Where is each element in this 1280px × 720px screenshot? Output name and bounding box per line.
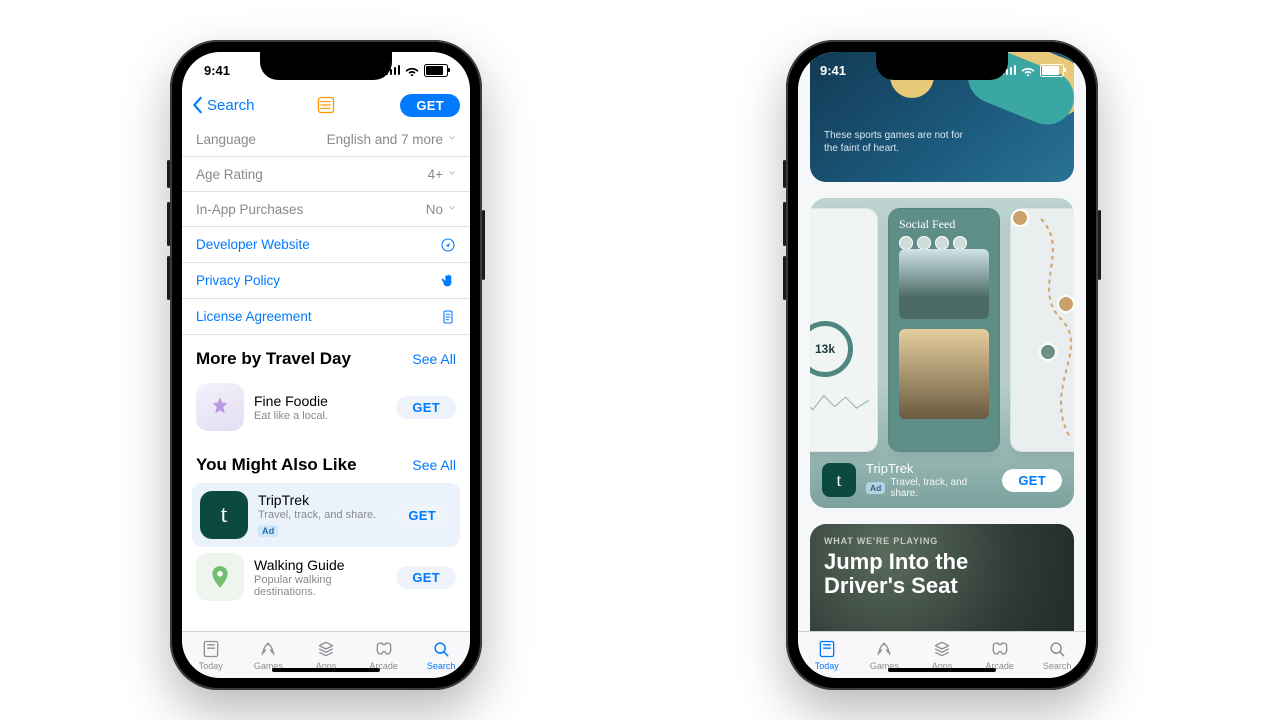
app-card-walking-guide[interactable]: Walking GuidePopular walking destination… [182, 547, 470, 611]
tab-today[interactable]: Today [798, 632, 856, 678]
app-title: TripTrek [258, 492, 382, 508]
fine-foodie-icon [196, 383, 244, 431]
app-subtitle: Eat like a local. [254, 410, 386, 422]
info-row-developer-website[interactable]: Developer Website [182, 227, 470, 263]
tab-search[interactable]: Search [1028, 632, 1086, 678]
screen-left: 9:41 Search GET LanguageEnglish and [182, 52, 470, 678]
story-eyebrow: WHAT WE'RE PLAYING [824, 536, 1060, 546]
story-title: Jump Into theDriver's Seat [824, 550, 1060, 598]
app-card-triptrek[interactable]: t TripTrekTravel, track, and share. Ad GET [192, 483, 460, 547]
status-time: 9:41 [204, 63, 230, 78]
chevron-down-icon [448, 168, 456, 180]
get-button[interactable]: GET [392, 504, 452, 527]
app-subtitle: Popular walking destinations. [254, 574, 386, 598]
tab-label: Today [199, 661, 223, 671]
notch [260, 52, 392, 80]
ad-title: TripTrek [866, 461, 992, 476]
phone-left: 9:41 Search GET LanguageEnglish and [170, 40, 482, 690]
also-like-heading: You Might Also Like [196, 455, 357, 475]
app-subtitle: Travel, track, and share. [258, 509, 382, 521]
tab-label: Search [1043, 661, 1072, 671]
nav-bar: Search GET [182, 88, 470, 122]
ad-subtitle: Travel, track, and share. [890, 477, 992, 499]
get-button[interactable]: GET [400, 94, 460, 117]
stage: 9:41 Search GET LanguageEnglish and [0, 0, 1280, 720]
notch [876, 52, 1008, 80]
chevron-left-icon [192, 96, 204, 114]
phone-right: 9:41 These sports games are not for the … [786, 40, 1098, 690]
walking-guide-icon [196, 553, 244, 601]
home-indicator[interactable] [272, 668, 380, 672]
story-card-driving[interactable]: WHAT WE'RE PLAYING Jump Into theDriver's… [810, 524, 1074, 632]
battery-icon [1040, 64, 1064, 77]
battery-icon [424, 64, 448, 77]
see-all-link[interactable]: See All [412, 351, 456, 367]
tab-today[interactable]: Today [182, 632, 240, 678]
info-row-license-agreement[interactable]: License Agreement [182, 299, 470, 335]
info-row-privacy-policy[interactable]: Privacy Policy [182, 263, 470, 299]
triptrek-icon: t [200, 491, 248, 539]
get-button[interactable]: GET [396, 566, 456, 589]
get-button[interactable]: GET [1002, 469, 1062, 492]
ad-badge: Ad [258, 525, 278, 537]
triptrek-icon: t [822, 463, 856, 497]
section-more-by: More by Travel Day See All [182, 335, 470, 377]
story-caption: These sports games are not for the faint… [824, 130, 974, 155]
info-row-in-app-purchases: In-App PurchasesNo [182, 192, 470, 227]
info-row-language: LanguageEnglish and 7 more [182, 122, 470, 157]
ad-badge: Ad [866, 482, 885, 494]
ad-card-triptrek[interactable]: 13k Social Feed [810, 198, 1074, 508]
stats-ring: 13k [810, 321, 853, 377]
today-content[interactable]: These sports games are not for the faint… [798, 52, 1086, 632]
screenshot-1: 13k [810, 208, 878, 452]
ad-footer: t TripTrek Ad Travel, track, and share. G… [810, 452, 1074, 508]
chevron-down-icon [448, 133, 456, 145]
app-title: Walking Guide [254, 557, 386, 573]
app-card-fine-foodie[interactable]: Fine Foodie Eat like a local. GET [182, 377, 470, 441]
more-by-heading: More by Travel Day [196, 349, 351, 369]
screenshot-2: Social Feed [888, 208, 1000, 452]
screen-right: 9:41 These sports games are not for the … [798, 52, 1086, 678]
chevron-down-icon [448, 203, 456, 215]
get-button[interactable]: GET [396, 396, 456, 419]
wifi-icon [1021, 65, 1035, 75]
see-all-link[interactable]: See All [412, 457, 456, 473]
info-row-age-rating: Age Rating4+ [182, 157, 470, 192]
home-indicator[interactable] [888, 668, 996, 672]
app-icon-small [315, 94, 337, 116]
tab-label: Today [815, 661, 839, 671]
feed-title: Social Feed [889, 209, 999, 236]
tab-search[interactable]: Search [412, 632, 470, 678]
section-also-like: You Might Also Like See All [182, 441, 470, 483]
back-button[interactable]: Search [192, 96, 255, 114]
app-title: Fine Foodie [254, 393, 386, 409]
tab-label: Search [427, 661, 456, 671]
back-label: Search [207, 97, 255, 114]
wifi-icon [405, 65, 419, 75]
status-time: 9:41 [820, 63, 846, 78]
detail-content[interactable]: LanguageEnglish and 7 moreAge Rating4+In… [182, 122, 470, 632]
screenshot-3 [1010, 208, 1074, 452]
